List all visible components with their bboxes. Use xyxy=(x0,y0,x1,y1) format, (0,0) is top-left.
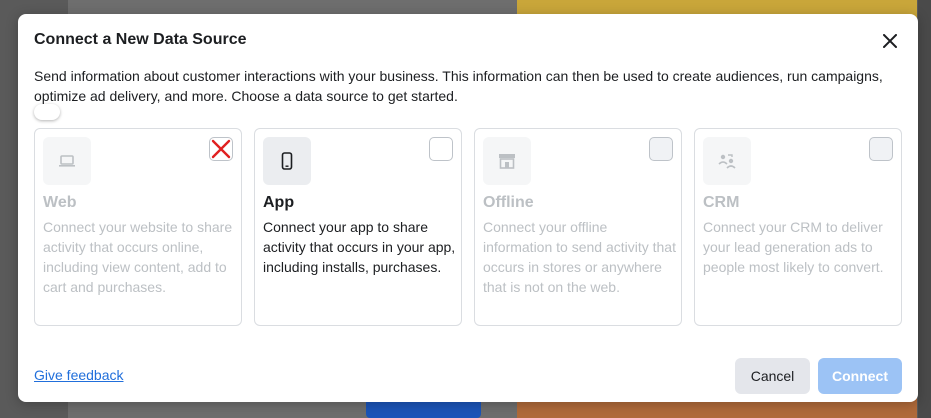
crm-people-icon xyxy=(718,154,736,169)
card-title: Web xyxy=(43,194,77,211)
data-source-options: Web Connect your website to share activi… xyxy=(34,128,902,326)
dialog-title: Connect a New Data Source xyxy=(34,31,247,48)
card-description: Connect your CRM to deliver your lead ge… xyxy=(703,219,884,275)
cancel-button[interactable]: Cancel xyxy=(735,358,810,394)
mobile-phone-icon xyxy=(281,152,293,170)
card-title: Offline xyxy=(483,194,534,211)
card-icon-offline xyxy=(483,137,531,185)
card-title: CRM xyxy=(703,194,740,211)
card-description: Connect your offline information to send… xyxy=(483,219,676,295)
card-title: App xyxy=(263,194,295,211)
card-icon-web xyxy=(43,137,91,185)
option-card-app[interactable]: App Connect your app to share activity t… xyxy=(254,128,462,326)
red-x-mark-icon xyxy=(211,139,231,159)
checkbox-app[interactable] xyxy=(429,137,453,161)
connect-data-source-dialog: Connect a New Data Source Send informati… xyxy=(18,14,918,402)
store-icon xyxy=(499,154,515,169)
card-description: Connect your app to share activity that … xyxy=(263,219,456,275)
connect-button[interactable]: Connect xyxy=(818,358,902,394)
checkbox-web[interactable] xyxy=(209,137,233,161)
laptop-icon xyxy=(59,155,75,167)
close-button[interactable] xyxy=(878,30,902,52)
card-icon-crm xyxy=(703,137,751,185)
dialog-description: Send information about customer interact… xyxy=(34,68,883,104)
checkbox-offline[interactable] xyxy=(649,137,673,161)
option-card-crm[interactable]: CRM Connect your CRM to deliver your lea… xyxy=(694,128,902,326)
background-scrollbar xyxy=(918,0,931,418)
toggle-pill xyxy=(34,104,60,120)
checkbox-crm[interactable] xyxy=(869,137,893,161)
option-card-web[interactable]: Web Connect your website to share activi… xyxy=(34,128,242,326)
close-icon xyxy=(883,34,897,48)
card-icon-app xyxy=(263,137,311,185)
card-description: Connect your website to share activity t… xyxy=(43,219,233,295)
option-card-offline[interactable]: Offline Connect your offline information… xyxy=(474,128,682,326)
give-feedback-link[interactable]: Give feedback xyxy=(34,367,124,383)
